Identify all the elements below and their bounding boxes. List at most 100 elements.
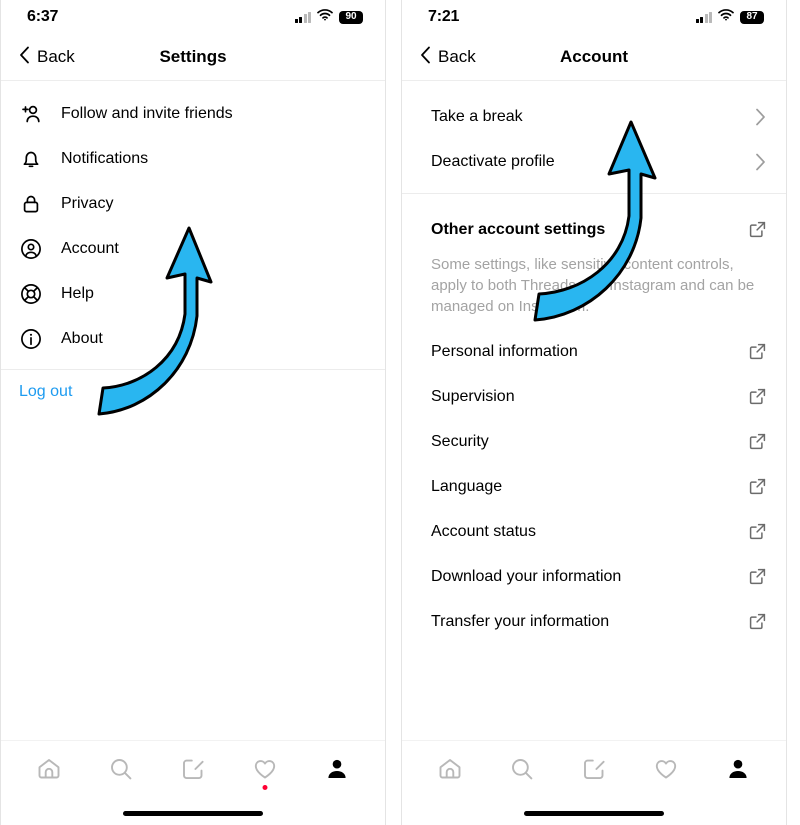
list-item-language[interactable]: Language (402, 464, 786, 509)
tab-profile[interactable] (715, 748, 761, 794)
settings-screen: 6:37 90 Back Settings Follow and invite … (0, 0, 386, 825)
account-group-primary: Take a break Deactivate profile (402, 81, 786, 184)
battery-icon: 90 (339, 10, 363, 24)
wifi-icon (317, 8, 333, 26)
external-link-icon (749, 478, 766, 495)
tab-bar (402, 740, 786, 825)
list-item-label: Account status (431, 522, 536, 540)
sidebar-item-follow-and-invite-friends[interactable]: Follow and invite friends (1, 91, 385, 136)
tab-search[interactable] (499, 748, 545, 794)
status-time: 6:37 (27, 8, 59, 25)
status-indicators: 90 (294, 8, 363, 26)
back-button[interactable]: Back (402, 46, 476, 69)
tab-profile[interactable] (314, 748, 360, 794)
sidebar-item-help[interactable]: Help (1, 271, 385, 316)
list-item-transfer-your-information[interactable]: Transfer your information (402, 599, 786, 644)
tab-activity[interactable] (242, 748, 288, 794)
settings-list: Follow and invite friends Notifications (1, 81, 385, 401)
tab-compose[interactable] (571, 748, 617, 794)
list-item-label: Take a break (431, 107, 523, 125)
list-item-label: Download your information (431, 567, 622, 585)
tab-bar (1, 740, 385, 825)
navigation-bar: Back Settings (1, 34, 385, 81)
sidebar-item-about[interactable]: About (1, 316, 385, 361)
bell-icon (19, 147, 43, 171)
status-indicators: 87 (695, 8, 764, 26)
person-add-icon (19, 102, 43, 126)
tab-home[interactable] (427, 748, 473, 794)
list-item-label: Deactivate profile (431, 152, 555, 170)
section-title: Other account settings (431, 220, 606, 238)
tab-search[interactable] (98, 748, 144, 794)
back-button[interactable]: Back (1, 46, 75, 69)
chevron-right-icon (755, 153, 766, 171)
list-item-deactivate-profile[interactable]: Deactivate profile (402, 139, 786, 184)
external-link-icon (749, 388, 766, 405)
status-time: 7:21 (428, 8, 460, 25)
wifi-icon (718, 8, 734, 26)
home-indicator (524, 811, 664, 816)
profile-icon (724, 755, 752, 788)
back-label: Back (37, 47, 75, 66)
tab-home[interactable] (26, 748, 72, 794)
search-icon (107, 755, 135, 788)
navigation-bar: Back Account (402, 34, 786, 81)
status-bar: 6:37 90 (1, 0, 385, 34)
cellular-signal-icon (294, 11, 311, 23)
account-group-secondary: Personal information Supervision Securit… (402, 329, 786, 644)
dual-screenshot-container: 6:37 90 Back Settings Follow and invite … (0, 0, 800, 825)
list-item-take-a-break[interactable]: Take a break (402, 94, 786, 139)
list-item-label: Transfer your information (431, 612, 610, 630)
log-out-button[interactable]: Log out (1, 370, 385, 401)
chevron-right-icon (755, 108, 766, 126)
section-header-other-account-settings[interactable]: Other account settings (402, 207, 786, 252)
external-link-icon (749, 433, 766, 450)
search-icon (508, 755, 536, 788)
list-item-personal-information[interactable]: Personal information (402, 329, 786, 374)
list-item-security[interactable]: Security (402, 419, 786, 464)
lock-icon (19, 192, 43, 216)
activity-badge-dot (262, 785, 268, 790)
home-icon (436, 755, 464, 788)
activity-heart-icon (251, 755, 279, 788)
list-item-label: Personal information (431, 342, 578, 360)
account-circle-icon (19, 237, 43, 261)
tab-activity[interactable] (643, 748, 689, 794)
tab-compose[interactable] (170, 748, 216, 794)
home-icon (35, 755, 63, 788)
sidebar-item-label: Follow and invite friends (61, 104, 233, 122)
external-link-icon (749, 523, 766, 540)
info-circle-icon (19, 327, 43, 351)
other-account-settings-section: Other account settings Some settings, li… (402, 194, 786, 329)
home-indicator (123, 811, 263, 816)
list-item-supervision[interactable]: Supervision (402, 374, 786, 419)
list-item-label: Supervision (431, 387, 515, 405)
sidebar-item-label: Help (61, 284, 94, 302)
compose-icon (179, 755, 207, 788)
back-label: Back (438, 47, 476, 66)
sidebar-item-notifications[interactable]: Notifications (1, 136, 385, 181)
sidebar-item-label: About (61, 329, 103, 347)
external-link-icon (749, 343, 766, 360)
external-link-icon (749, 568, 766, 585)
status-bar: 7:21 87 (402, 0, 786, 34)
cellular-signal-icon (695, 11, 712, 23)
life-ring-icon (19, 282, 43, 306)
profile-icon (323, 755, 351, 788)
section-description: Some settings, like sensitive content co… (431, 256, 755, 315)
external-link-icon (749, 613, 766, 630)
sidebar-item-label: Notifications (61, 149, 149, 167)
battery-icon: 87 (740, 10, 764, 24)
external-link-icon (749, 221, 766, 238)
activity-heart-icon (652, 755, 680, 788)
sidebar-item-account[interactable]: Account (1, 226, 385, 271)
chevron-left-icon (420, 46, 431, 69)
sidebar-item-label: Account (61, 239, 119, 257)
chevron-left-icon (19, 46, 30, 69)
compose-icon (580, 755, 608, 788)
account-list: Take a break Deactivate profile Other ac… (402, 81, 786, 644)
list-item-download-your-information[interactable]: Download your information (402, 554, 786, 599)
sidebar-item-privacy[interactable]: Privacy (1, 181, 385, 226)
account-screen: 7:21 87 Back Account Take a break Deacti… (401, 0, 787, 825)
list-item-account-status[interactable]: Account status (402, 509, 786, 554)
